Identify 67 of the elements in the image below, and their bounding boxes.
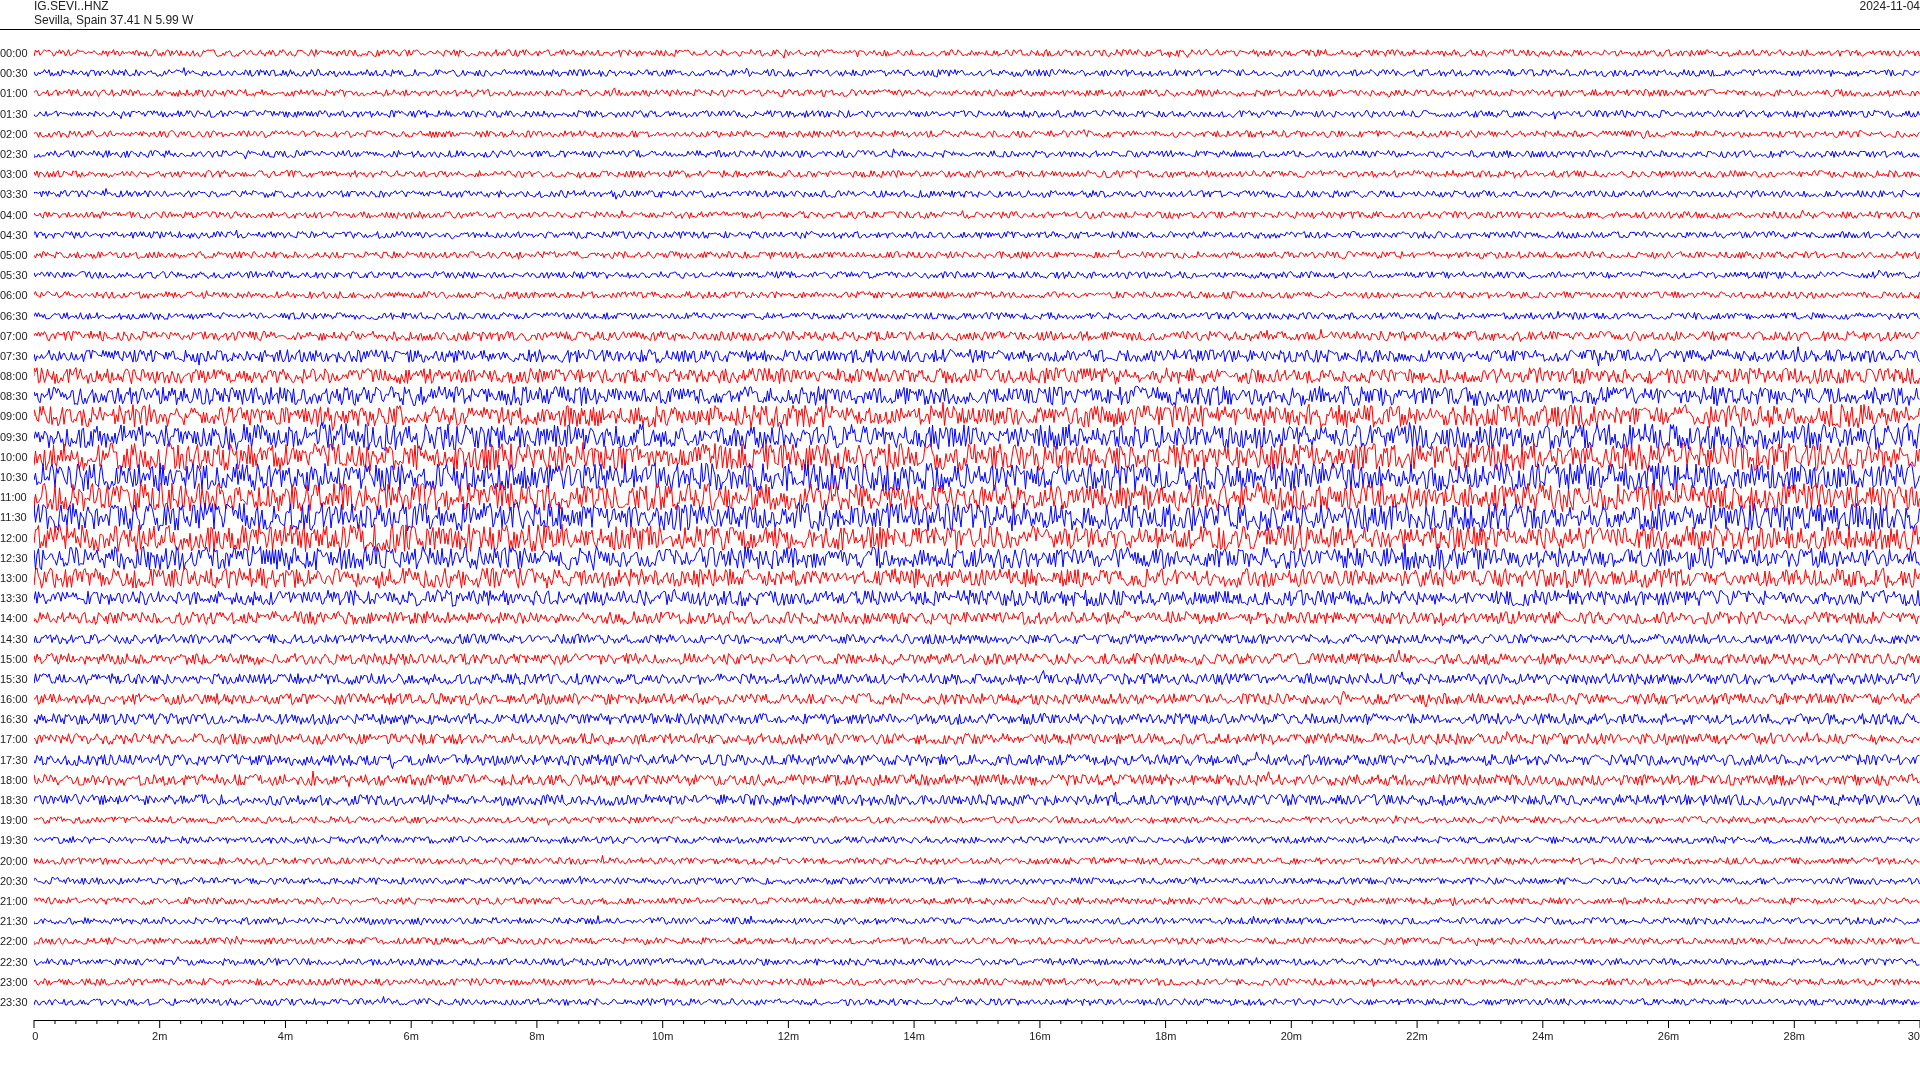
hour-label: 18:00 xyxy=(0,773,29,786)
date-label: 2024-11-04 xyxy=(1859,0,1920,12)
hour-label: 05:00 xyxy=(0,248,29,261)
hour-label: 17:00 xyxy=(0,733,29,746)
hour-label: 18:30 xyxy=(0,794,29,807)
axis-tick-label: 16m xyxy=(1029,1030,1051,1042)
hour-label: 02:00 xyxy=(0,127,29,140)
hour-label: 09:30 xyxy=(0,430,29,443)
hour-label: 15:00 xyxy=(0,652,29,665)
hour-label: 23:30 xyxy=(0,995,29,1008)
hour-label: 06:00 xyxy=(0,289,29,302)
axis-tick-label: 2m xyxy=(152,1030,168,1042)
hour-label: 07:00 xyxy=(0,329,29,342)
hour-label: 20:30 xyxy=(0,874,29,887)
axis-tick-label: 6m xyxy=(403,1030,419,1042)
axis-tick-label: 22m xyxy=(1406,1030,1428,1042)
axis-tick-label: 14m xyxy=(903,1030,925,1042)
hour-label: 16:30 xyxy=(0,713,29,726)
axis-tick-label: 4m xyxy=(277,1030,294,1042)
hour-label: 16:00 xyxy=(0,693,29,706)
hour-label: 08:00 xyxy=(0,370,29,383)
hour-label: 14:00 xyxy=(0,612,29,625)
hour-label: 22:00 xyxy=(0,935,29,948)
hour-label: 12:30 xyxy=(0,551,29,564)
hour-label: 07:30 xyxy=(0,349,29,362)
hour-label: 19:30 xyxy=(0,834,29,847)
hour-label: 12:00 xyxy=(0,531,29,544)
hour-label: 08:30 xyxy=(0,390,29,403)
axis-tick-label: 30 xyxy=(1907,1030,1920,1042)
hour-label: 03:30 xyxy=(0,188,29,201)
axis-tick-label: 24m xyxy=(1532,1030,1554,1042)
hour-label: 05:30 xyxy=(0,269,29,282)
hour-label: 13:30 xyxy=(0,592,29,605)
hour-label: 10:00 xyxy=(0,450,29,463)
axis-tick-label: 18m xyxy=(1154,1030,1177,1042)
hour-label: 15:30 xyxy=(0,672,29,685)
hour-label: 01:30 xyxy=(0,107,29,120)
hour-label: 10:30 xyxy=(0,471,29,484)
axis-tick-label: 26m xyxy=(1657,1030,1680,1042)
axis-tick-label: 8m xyxy=(529,1030,545,1042)
hour-label: 11:30 xyxy=(0,511,28,524)
hour-label: 14:30 xyxy=(0,632,29,645)
hour-label: 11:00 xyxy=(0,491,28,504)
hour-label: 17:30 xyxy=(0,753,29,766)
hour-label: 21:00 xyxy=(0,894,29,907)
hour-label: 00:00 xyxy=(0,47,29,60)
hour-label: 00:30 xyxy=(0,67,29,80)
station-location: Sevilla, Spain 37.41 N 5.99 W xyxy=(34,13,194,27)
hour-label: 23:00 xyxy=(0,975,29,988)
axis-tick-label: 10m xyxy=(651,1030,674,1042)
station-code: IG.SEVI..HNZ xyxy=(34,0,109,12)
axis-tick-label: 0 xyxy=(32,1030,39,1042)
axis-tick-label: 28m xyxy=(1783,1030,1805,1042)
hour-label: 02:30 xyxy=(0,148,29,161)
axis-tick-label: 20m xyxy=(1280,1030,1303,1042)
hour-label: 21:30 xyxy=(0,915,29,928)
hour-label: 22:30 xyxy=(0,955,29,968)
hour-label: 01:00 xyxy=(0,87,29,100)
axis-tick-label: 12m xyxy=(777,1030,800,1042)
hour-label: 19:00 xyxy=(0,814,29,827)
hour-label: 03:00 xyxy=(0,168,29,181)
hour-label: 04:30 xyxy=(0,228,29,241)
hour-label: 04:00 xyxy=(0,208,29,221)
hour-label: 20:00 xyxy=(0,854,29,867)
hour-label: 09:00 xyxy=(0,410,29,423)
hour-label: 06:30 xyxy=(0,309,29,322)
hour-label: 13:00 xyxy=(0,571,29,584)
